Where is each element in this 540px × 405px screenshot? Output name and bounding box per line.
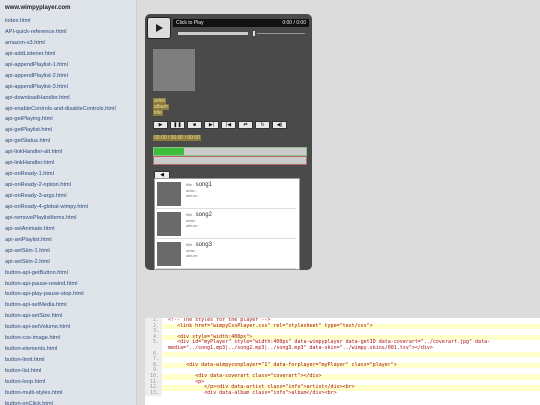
title-bar: Click to Play 0:00 / 0:00 bbox=[173, 19, 309, 27]
previous-button[interactable]: |◀ bbox=[221, 121, 236, 129]
file-link[interactable]: button-api-pause-rewind.html bbox=[5, 279, 136, 290]
song-title: song1 bbox=[195, 182, 212, 188]
file-link[interactable]: api-setSkin-1.html bbox=[5, 246, 136, 257]
file-link[interactable]: button-api-setMedia.html bbox=[5, 300, 136, 311]
file-link[interactable]: button-api-setSize.html bbox=[5, 311, 136, 322]
file-link[interactable]: button-limit.html bbox=[5, 355, 136, 366]
title-label: title bbox=[153, 110, 163, 116]
play-progress-bar[interactable] bbox=[153, 156, 307, 165]
next-button[interactable]: ▶| bbox=[204, 121, 219, 129]
play-control-button[interactable]: ▶ bbox=[153, 121, 168, 129]
playlist-item[interactable]: title : song2 artist : album : bbox=[156, 210, 296, 239]
play-button[interactable] bbox=[147, 17, 171, 39]
volume-icon[interactable] bbox=[253, 31, 255, 36]
file-link[interactable]: api-appendPlaylist-2.html bbox=[5, 71, 136, 82]
file-link[interactable]: api-linkHandler.html bbox=[5, 158, 136, 169]
file-link[interactable]: button-api-getButton.html bbox=[5, 268, 136, 279]
file-link[interactable]: api-setAnimate.html bbox=[5, 224, 136, 235]
song-title: song3 bbox=[195, 242, 212, 248]
code-text: <div id="myPlayer" style="width:400px" d… bbox=[168, 339, 491, 351]
play-icon bbox=[156, 24, 163, 32]
load-progress-bar[interactable] bbox=[153, 147, 307, 156]
site-title: www.wimpyplayer.com bbox=[5, 5, 71, 11]
mute-button[interactable]: ◀) bbox=[272, 121, 287, 129]
file-list: index.html API-quick-reference.html amazon… bbox=[0, 16, 136, 405]
code-line: 13. <div data-album class="info">album</… bbox=[145, 389, 540, 397]
playlist-thumbnail bbox=[157, 212, 181, 236]
file-link[interactable]: button-api-setVolume.html bbox=[5, 322, 136, 333]
repeat-button[interactable]: ↻ bbox=[255, 121, 270, 129]
seek-slider[interactable] bbox=[178, 32, 248, 35]
file-link[interactable]: api-linkHandler-alt.html bbox=[5, 147, 136, 158]
file-link[interactable]: amazon-s3.html bbox=[5, 38, 136, 49]
file-link[interactable]: api-getPlaylist.html bbox=[5, 125, 136, 136]
track-info: artist album title bbox=[153, 98, 169, 116]
album-tag: album : bbox=[186, 253, 200, 258]
playlist-item[interactable]: title : song1 artist : album : bbox=[156, 180, 296, 209]
playlist: title : song1 artist : album : title : s… bbox=[154, 178, 300, 270]
file-link[interactable]: api-onReady-2-option.html bbox=[5, 180, 136, 191]
file-link[interactable]: API-quick-reference.html bbox=[5, 27, 136, 38]
file-link[interactable]: api-removePlaylistItems.html bbox=[5, 213, 136, 224]
file-link[interactable]: api-onReady-3-args.html bbox=[5, 191, 136, 202]
load-progress-fill bbox=[154, 148, 185, 155]
file-link[interactable]: api-appendPlaylist-3.html bbox=[5, 82, 136, 93]
cover-art bbox=[153, 49, 195, 91]
code-listing: 1. <!-- The styles for the player --> 2. <… bbox=[145, 318, 540, 405]
file-link[interactable]: api-onReady-1.html bbox=[5, 169, 136, 180]
track-time: 0:00 / 0:00 bbox=[282, 20, 306, 26]
line-number: 5. bbox=[145, 340, 162, 352]
playlist-thumbnail bbox=[157, 242, 181, 266]
file-link[interactable]: api-enableControls-and-disableControls.h… bbox=[5, 104, 136, 115]
album-tag: album : bbox=[186, 193, 200, 198]
audio-player: Click to Play 0:00 / 0:00 artist album t… bbox=[145, 14, 312, 270]
line-number: 13. bbox=[145, 390, 162, 397]
song-title: song2 bbox=[195, 212, 212, 218]
file-link[interactable]: button-multi-styles.html bbox=[5, 388, 136, 399]
control-buttons: ▶ ❚❚ ■ ▶| |◀ ⇄ ↻ ◀) bbox=[153, 121, 287, 129]
file-link[interactable]: button-onClick.html bbox=[5, 399, 136, 405]
file-link[interactable]: api-addListener.html bbox=[5, 49, 136, 60]
code-text: <div data-album class="info">album</div>… bbox=[168, 389, 337, 396]
player-topbar: Click to Play 0:00 / 0:00 bbox=[147, 17, 310, 39]
title-tag: title : bbox=[186, 242, 195, 247]
file-link[interactable]: index.html bbox=[5, 16, 136, 27]
code-line: 5. <div id="myPlayer" style="width:400px… bbox=[145, 339, 540, 352]
file-link[interactable]: api-setPlaylist.html bbox=[5, 235, 136, 246]
file-link[interactable]: button-elements.html bbox=[5, 344, 136, 355]
playlist-thumbnail bbox=[157, 182, 181, 206]
time-info: 00:00 / 00:00 / 00:00 bbox=[153, 135, 201, 141]
file-link[interactable]: button-api-play-pause-stop.html bbox=[5, 289, 136, 300]
file-link[interactable]: api-onReady-4-global-wimpy.html bbox=[5, 202, 136, 213]
shuffle-button[interactable]: ⇄ bbox=[238, 121, 253, 129]
title-tag: title : bbox=[186, 182, 195, 187]
album-tag: album : bbox=[186, 223, 200, 228]
seek-area bbox=[173, 29, 309, 37]
pause-control-button[interactable]: ❚❚ bbox=[170, 121, 185, 129]
file-link[interactable]: api-getStatus.html bbox=[5, 136, 136, 147]
file-link[interactable]: api-downloadHandler.html bbox=[5, 93, 136, 104]
stop-control-button[interactable]: ■ bbox=[187, 121, 202, 129]
main-content: Click to Play 0:00 / 0:00 artist album t… bbox=[143, 0, 540, 405]
file-link[interactable]: button-list.html bbox=[5, 366, 136, 377]
file-link[interactable]: api-appendPlaylist-1.html bbox=[5, 60, 136, 71]
volume-slider[interactable] bbox=[257, 33, 305, 34]
file-sidebar: www.wimpyplayer.com index.html API-quick-… bbox=[0, 0, 137, 405]
file-link[interactable]: button-css-image.html bbox=[5, 333, 136, 344]
playlist-item[interactable]: title : song3 artist : album : bbox=[156, 240, 296, 269]
title-tag: title : bbox=[186, 212, 195, 217]
file-link[interactable]: api-getPlaying.html bbox=[5, 114, 136, 125]
track-title: Click to Play bbox=[176, 20, 204, 26]
file-link[interactable]: api-setSkin-2.html bbox=[5, 257, 136, 268]
file-link[interactable]: button-loop.html bbox=[5, 377, 136, 388]
